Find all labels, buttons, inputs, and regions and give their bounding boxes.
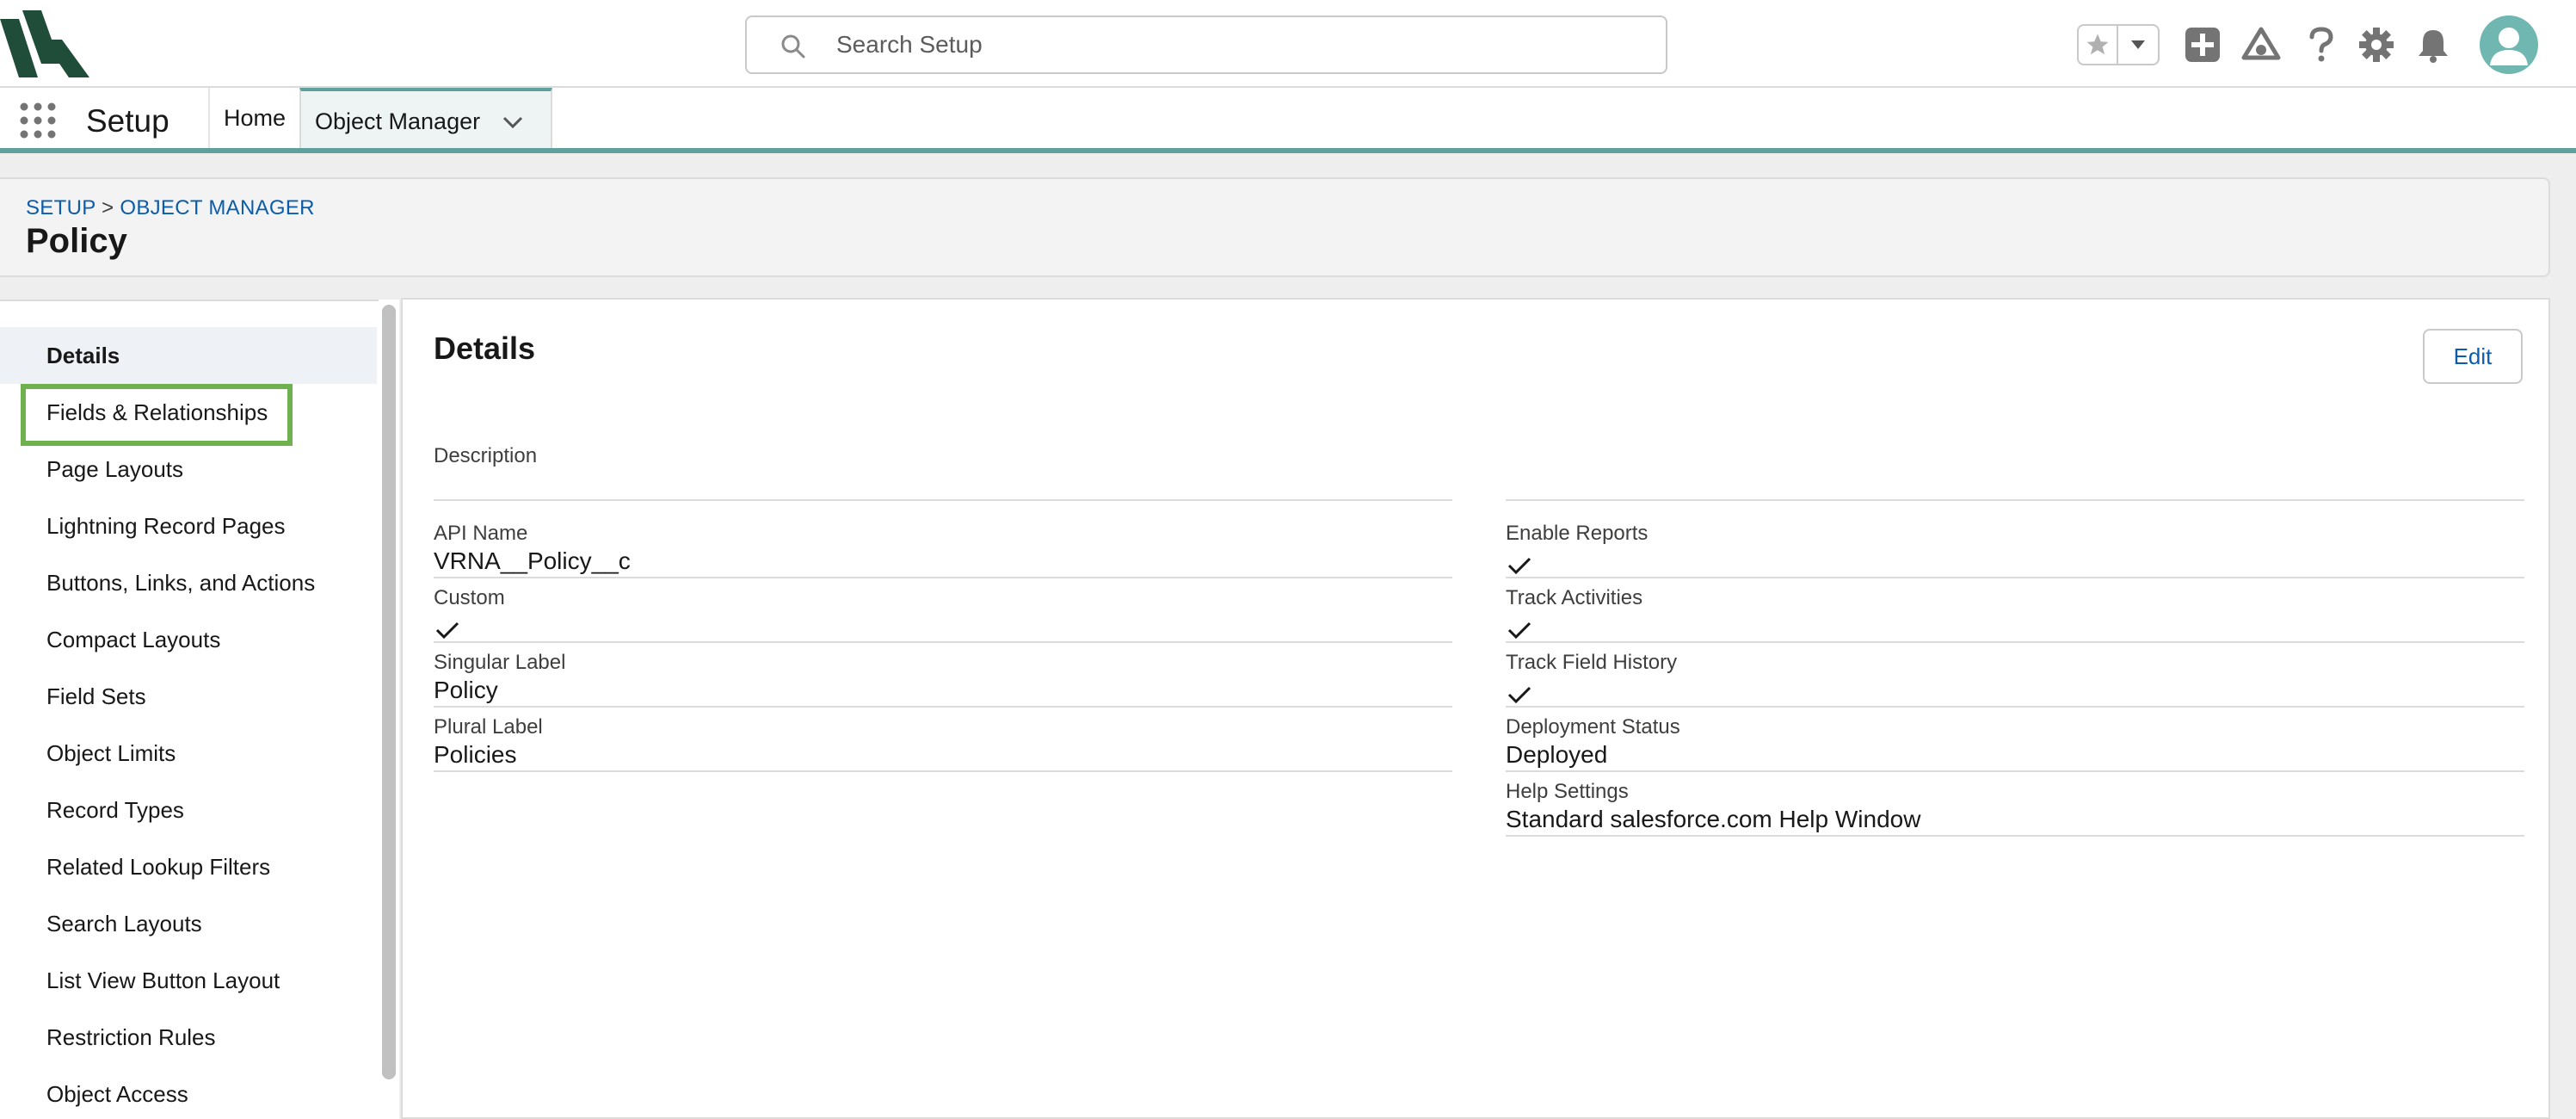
chevron-down-icon[interactable] (497, 107, 528, 138)
sidebar-item-object-limits[interactable]: Object Limits (0, 725, 377, 782)
trailhead-icon[interactable] (2239, 22, 2283, 67)
favorites-group (2077, 24, 2160, 65)
gear-icon[interactable] (2354, 22, 2399, 67)
tab-home[interactable]: Home (210, 88, 299, 148)
bell-icon[interactable] (2411, 22, 2456, 67)
details-title: Details (434, 331, 536, 366)
field-label: Custom (434, 586, 505, 609)
search-icon (780, 33, 807, 60)
breadcrumb-object-manager-link[interactable]: OBJECT MANAGER (120, 196, 314, 219)
field-label: Enable Reports (1506, 522, 1649, 545)
edit-button[interactable]: Edit (2423, 329, 2523, 384)
sidebar-item-field-sets[interactable]: Field Sets (0, 668, 377, 725)
field-label: Deployment Status (1506, 715, 1680, 739)
breadcrumb: SETUP > OBJECT MANAGER (26, 196, 315, 220)
favorite-star-icon[interactable] (2079, 26, 2118, 64)
field-label: Track Activities (1506, 586, 1643, 609)
sidebar-scrollbar-thumb[interactable] (382, 305, 396, 1079)
field-deployment-status: Deployment Status Deployed (1506, 715, 2524, 772)
page-title: Policy (26, 222, 127, 260)
sidebar-item-buttons-links-actions[interactable]: Buttons, Links, and Actions (0, 554, 377, 611)
field-enable-reports: Enable Reports (1506, 522, 2524, 578)
sidebar-item-compact-layouts[interactable]: Compact Layouts (0, 611, 377, 668)
favorites-dropdown-icon[interactable] (2118, 26, 2158, 64)
field-value: Deployed (1506, 741, 1608, 768)
field-label: API Name (434, 522, 528, 545)
field-value: Policy (434, 677, 498, 703)
breadcrumb-separator: > (102, 196, 114, 219)
setup-search-box[interactable] (745, 15, 1667, 74)
field-value: Policies (434, 741, 517, 768)
checkmark-icon (435, 621, 459, 640)
checkmark-icon (1507, 621, 1531, 640)
field-label: Plural Label (434, 715, 543, 739)
add-icon[interactable] (2180, 22, 2225, 67)
field-singular-label: Singular Label Policy (434, 651, 1452, 708)
page-header: SETUP > OBJECT MANAGER Policy (0, 177, 2550, 277)
field-description: Description (434, 444, 1452, 501)
field-description-right-divider (1506, 444, 2524, 501)
sidebar-item-search-layouts[interactable]: Search Layouts (0, 895, 377, 952)
field-label: Track Field History (1506, 651, 1678, 674)
app-launcher-icon[interactable] (19, 102, 57, 139)
sidebar-item-fields-relationships[interactable]: Fields & Relationships (0, 384, 377, 441)
field-api-name: API Name VRNA__Policy__c (434, 522, 1452, 578)
sidebar-item-related-lookup-filters[interactable]: Related Lookup Filters (0, 838, 377, 895)
object-sidebar: Details Fields & Relationships Page Layo… (0, 300, 379, 1119)
sidebar-item-record-types[interactable]: Record Types (0, 782, 377, 838)
details-panel: Details Edit Description API Name VRNA__… (401, 298, 2550, 1119)
field-value: VRNA__Policy__c (434, 547, 631, 574)
field-help-settings: Help Settings Standard salesforce.com He… (1506, 780, 2524, 837)
help-icon[interactable] (2299, 22, 2344, 67)
field-custom: Custom (434, 586, 1452, 643)
field-plural-label: Plural Label Policies (434, 715, 1452, 772)
search-input[interactable] (836, 26, 1628, 64)
sidebar-item-lightning-record-pages[interactable]: Lightning Record Pages (0, 498, 377, 554)
field-track-field-history: Track Field History (1506, 651, 2524, 708)
field-label: Description (434, 444, 538, 467)
field-label: Help Settings (1506, 780, 1629, 803)
tab-object-manager-label: Object Manager (315, 108, 481, 134)
sidebar-item-list-view-button-layout[interactable]: List View Button Layout (0, 952, 377, 1009)
brand-logo-icon[interactable] (0, 10, 89, 77)
app-name: Setup (86, 103, 169, 139)
checkmark-icon (1507, 556, 1531, 575)
user-avatar-icon[interactable] (2480, 15, 2538, 74)
tab-object-manager[interactable]: Object Manager (299, 88, 552, 148)
checkmark-icon (1507, 685, 1531, 704)
field-track-activities: Track Activities (1506, 586, 2524, 643)
sidebar-item-page-layouts[interactable]: Page Layouts (0, 441, 377, 498)
app-navigation-bar: Setup Home Object Manager (0, 88, 2576, 153)
sidebar-item-details[interactable]: Details (0, 327, 377, 384)
sidebar-item-restriction-rules[interactable]: Restriction Rules (0, 1009, 377, 1066)
field-label: Singular Label (434, 651, 566, 674)
global-header (0, 0, 2576, 88)
field-value: Standard salesforce.com Help Window (1506, 806, 1921, 832)
sidebar-item-object-access[interactable]: Object Access (0, 1066, 377, 1119)
breadcrumb-setup-link[interactable]: SETUP (26, 196, 96, 219)
